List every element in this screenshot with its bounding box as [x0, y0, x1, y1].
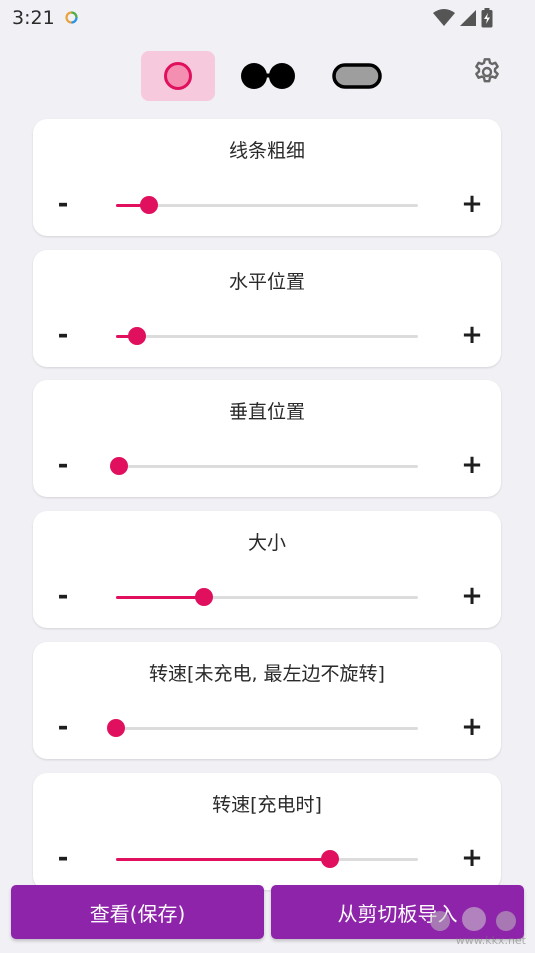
circle-icon [164, 62, 192, 90]
slider-title: 垂直位置 [228, 401, 305, 423]
pill-icon [332, 63, 382, 89]
slider-thumb[interactable] [195, 588, 213, 606]
increase-button[interactable]: + [457, 843, 487, 873]
slider-title: 转速[未充电, 最左边不旋转] [149, 663, 385, 685]
slider-title: 转速[充电时] [212, 794, 322, 816]
circle-shape-button[interactable] [141, 51, 215, 101]
view-save-button[interactable]: 查看(保存) [11, 885, 264, 939]
battery-charging-icon [481, 8, 493, 28]
slider-title: 大小 [247, 532, 286, 554]
slider-thumb[interactable] [321, 850, 339, 868]
slider-card-horizontal-position: 水平位置 - + [33, 250, 501, 367]
size-slider[interactable] [116, 587, 418, 607]
slider-card-line-width: 线条粗细 - + [33, 119, 501, 236]
slider-card-speed-uncharged: 转速[未充电, 最左边不旋转] - + [33, 642, 501, 759]
status-icons [433, 8, 493, 28]
decrease-button[interactable]: - [48, 581, 78, 611]
slider-track [116, 334, 418, 338]
slider-card-vertical-position: 垂直位置 - + [33, 380, 501, 497]
watermark-text: www.kkx.net [455, 934, 526, 947]
speed-uncharged-slider[interactable] [107, 718, 418, 738]
increase-button[interactable]: + [457, 581, 487, 611]
slider-thumb[interactable] [128, 327, 146, 345]
glasses-shape-button[interactable] [232, 51, 304, 101]
watermark-logo: www.kkx.net [420, 903, 532, 949]
settings-button[interactable] [471, 56, 503, 88]
decrease-button[interactable]: - [48, 712, 78, 742]
increase-button[interactable]: + [457, 189, 487, 219]
increase-button[interactable]: + [457, 320, 487, 350]
cellular-signal-icon [460, 10, 476, 26]
speed-charging-slider[interactable] [116, 849, 418, 869]
decrease-button[interactable]: - [48, 320, 78, 350]
increase-button[interactable]: + [457, 450, 487, 480]
slider-title: 线条粗细 [228, 140, 305, 162]
vertical-position-slider[interactable] [110, 456, 418, 476]
slider-thumb[interactable] [107, 719, 125, 737]
app-notification-icon [65, 11, 78, 24]
slider-fill [116, 857, 330, 861]
gear-icon [475, 58, 499, 83]
pill-shape-button[interactable] [322, 51, 392, 101]
status-bar: 3:21 [0, 0, 535, 36]
slider-track [116, 726, 418, 730]
slider-thumb[interactable] [140, 196, 158, 214]
line-width-slider[interactable] [116, 195, 418, 215]
horizontal-position-slider[interactable] [116, 326, 418, 346]
decrease-button[interactable]: - [48, 843, 78, 873]
decrease-button[interactable]: - [48, 189, 78, 219]
slider-thumb[interactable] [110, 457, 128, 475]
increase-button[interactable]: + [457, 712, 487, 742]
slider-card-size: 大小 - + [33, 511, 501, 628]
decrease-button[interactable]: - [48, 450, 78, 480]
slider-fill [116, 595, 204, 599]
slider-track [116, 203, 418, 207]
slider-card-speed-charging: 转速[充电时] - + [33, 773, 501, 890]
status-time: 3:21 [12, 7, 55, 29]
wifi-icon [433, 9, 455, 26]
slider-title: 水平位置 [228, 271, 305, 293]
shape-selector [0, 51, 535, 101]
glasses-icon [241, 63, 295, 89]
slider-track [116, 464, 418, 468]
